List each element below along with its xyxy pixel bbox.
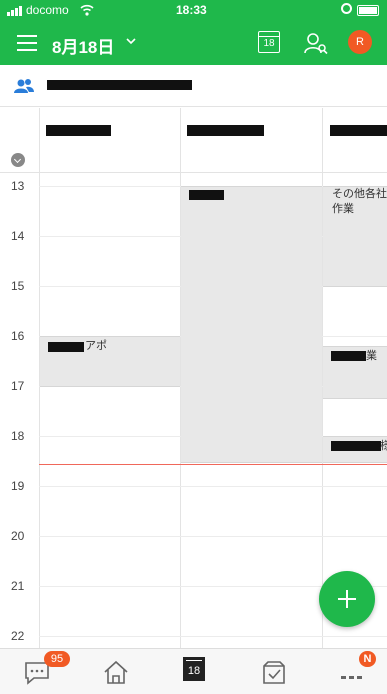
hour-label: 17: [11, 379, 25, 393]
hour-label: 13: [11, 179, 25, 193]
group-icon: [14, 79, 34, 93]
status-time: 18:33: [176, 3, 207, 17]
calendar-event[interactable]: その他各社 作業: [323, 186, 387, 287]
event-title-redacted: [331, 441, 381, 451]
carrier-name: docomo: [26, 3, 69, 17]
hour-label: 20: [11, 529, 25, 543]
menu-icon[interactable]: [17, 35, 37, 51]
hour-gridline: [39, 636, 387, 637]
hour-gridline: [39, 536, 387, 537]
today-calendar-button[interactable]: 18: [258, 31, 280, 53]
chat-unread-badge: 95: [44, 651, 70, 667]
add-event-button[interactable]: [319, 571, 375, 627]
event-title-redacted: [48, 342, 84, 352]
current-time-line: [39, 464, 387, 465]
event-title-redacted: [189, 190, 224, 200]
member-name-3-redacted[interactable]: [330, 125, 387, 136]
hour-label: 16: [11, 329, 25, 343]
calendar-event[interactable]: アポ: [40, 336, 180, 387]
person-search-icon[interactable]: [303, 31, 329, 55]
battery-icon: [357, 5, 379, 16]
calendar-event[interactable]: 業: [323, 346, 387, 399]
today-day-number: 18: [263, 38, 275, 49]
task-tab-icon[interactable]: [259, 657, 289, 687]
calendar-event[interactable]: [181, 186, 322, 463]
hour-label: 22: [11, 629, 25, 643]
event-label: アポ: [85, 340, 107, 352]
group-selector[interactable]: [0, 65, 387, 107]
hour-label: 19: [11, 479, 25, 493]
event-label: その他各社 作業: [332, 188, 387, 215]
member-name-1-redacted[interactable]: [46, 125, 111, 136]
event-label: 様: [380, 440, 387, 452]
calendar-event[interactable]: 様: [323, 436, 387, 463]
member-column-header: [0, 108, 387, 173]
member-name-2-redacted[interactable]: [187, 125, 264, 136]
more-new-badge: N: [359, 651, 376, 667]
event-title-redacted: [331, 351, 366, 361]
home-tab-icon[interactable]: [101, 657, 131, 687]
hour-label: 14: [11, 229, 25, 243]
hour-label: 18: [11, 429, 25, 443]
date-title[interactable]: 8月18日: [52, 33, 114, 58]
event-label: 業: [366, 350, 377, 362]
hour-gridline: [39, 486, 387, 487]
wifi-icon: [80, 4, 94, 16]
alarm-icon: [341, 3, 352, 14]
app-header: 8月18日 18 R: [0, 20, 387, 65]
group-name-redacted: [47, 80, 192, 90]
hour-label: 15: [11, 279, 25, 293]
calendar-tab-icon[interactable]: 18: [183, 657, 205, 681]
avatar[interactable]: R: [348, 30, 372, 54]
bottom-tab-bar: 95 18 N: [0, 648, 387, 694]
signal-icon: [7, 6, 23, 16]
hour-label: 21: [11, 579, 25, 593]
chevron-down-icon[interactable]: [126, 36, 136, 46]
status-bar: docomo 18:33: [0, 0, 387, 20]
expand-toggle-icon[interactable]: [11, 153, 25, 167]
